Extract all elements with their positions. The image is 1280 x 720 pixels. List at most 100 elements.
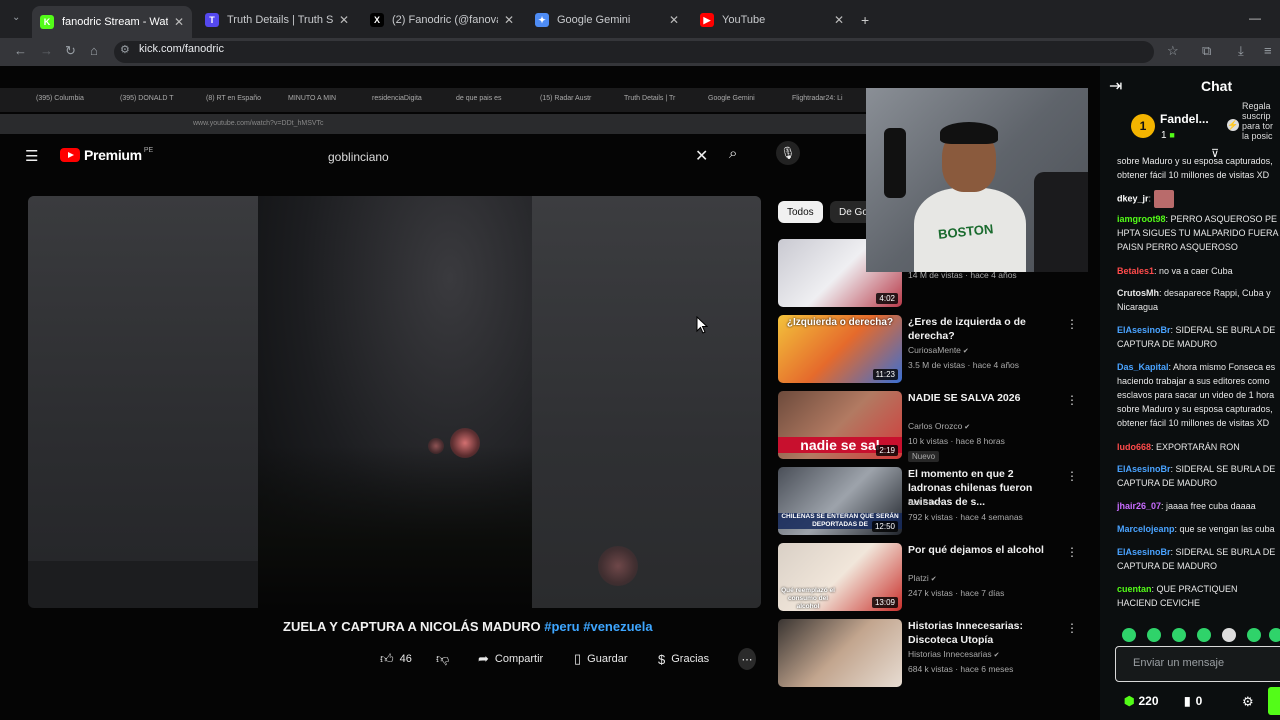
- emote-icon[interactable]: [1269, 628, 1280, 642]
- video-thumbnail[interactable]: ¿Izquierda o derecha? 11:23: [778, 315, 902, 383]
- minimize-button[interactable]: —: [1249, 11, 1261, 25]
- video-thumbnail[interactable]: [778, 619, 902, 687]
- recommended-video-stats: 10 k vistas · hace 8 horas: [908, 436, 1005, 446]
- recommended-video[interactable]: nadie se sal 2:19 NADIE SE SALVA 2026 Carlo…: [778, 391, 1078, 462]
- chat-settings-icon[interactable]: ⚙: [1242, 694, 1254, 710]
- extensions-icon[interactable]: ⧉: [1202, 43, 1211, 59]
- browser-tab[interactable]: ▶ YouTube ✕: [692, 8, 852, 32]
- chat-username[interactable]: CrutosMh: [1117, 288, 1159, 298]
- address-bar[interactable]: [114, 41, 1154, 63]
- close-tab-icon[interactable]: ✕: [834, 13, 844, 27]
- chat-username[interactable]: iamgroot98: [1117, 214, 1166, 224]
- chat-username[interactable]: ludo668: [1117, 442, 1151, 452]
- video-thumbnail[interactable]: Qué reemplazó el consumo del alcohol 13:0…: [778, 543, 902, 611]
- emote-icon[interactable]: [1147, 628, 1161, 642]
- browser-tab[interactable]: T Truth Details | Truth Social ✕: [197, 8, 357, 32]
- chat-message: jhair26_07: jaaaa free cuba daaaa: [1117, 499, 1280, 513]
- close-tab-icon[interactable]: ✕: [669, 13, 679, 27]
- bookmark-star-icon[interactable]: ☆: [1167, 43, 1179, 59]
- browser-tab[interactable]: ✦ Google Gemini ✕: [527, 8, 687, 32]
- close-tab-icon[interactable]: ✕: [504, 13, 514, 27]
- chip-todos[interactable]: Todos: [778, 201, 823, 223]
- video-options-icon[interactable]: ⋮: [1066, 469, 1078, 483]
- kicks-balance[interactable]: ▮ 0: [1184, 694, 1202, 708]
- like-button[interactable]: 👍︎ 46: [380, 648, 412, 670]
- chat-username[interactable]: ElAsesinoBr: [1117, 547, 1171, 557]
- chat-username[interactable]: Marcelojeanp: [1117, 524, 1175, 534]
- share-button[interactable]: ➦ Compartir: [478, 648, 543, 670]
- verified-icon: ✔: [960, 348, 969, 355]
- chat-username[interactable]: dkey_jr: [1117, 193, 1149, 203]
- recommended-video-title[interactable]: ¿Eres de izquierda o de derecha?: [908, 315, 1058, 343]
- download-icon[interactable]: ⤓: [1238, 43, 1244, 59]
- recommended-video-channel[interactable]: Carlos Orozco ✔: [908, 421, 970, 431]
- chat-username[interactable]: ElAsesinoBr: [1117, 464, 1171, 474]
- close-tab-icon[interactable]: ✕: [174, 15, 184, 29]
- browser-tab[interactable]: X (2) Fanodric (@fanovargas) / X ✕: [362, 8, 522, 32]
- channel-points[interactable]: ⬢ 220: [1124, 694, 1159, 708]
- video-duration: 12:50: [871, 521, 898, 532]
- recommended-video-title[interactable]: NADIE SE SALVA 2026: [908, 391, 1058, 405]
- video-options-icon[interactable]: ⋮: [1066, 621, 1078, 635]
- hamburger-icon[interactable]: ☰: [25, 147, 38, 165]
- emote-icon[interactable]: [1247, 628, 1261, 642]
- recommended-video[interactable]: Qué reemplazó el consumo del alcohol 13:0…: [778, 543, 1078, 611]
- video-options-icon[interactable]: ⋮: [1066, 545, 1078, 559]
- recommended-video-title[interactable]: Por qué dejamos el alcohol: [908, 543, 1058, 557]
- chat-input-placeholder: Enviar un mensaje: [1133, 657, 1225, 669]
- search-icon[interactable]: ⌕: [729, 145, 737, 162]
- recommended-video[interactable]: ¿Izquierda o derecha? 11:23 ¿Eres de izqui…: [778, 315, 1078, 383]
- recommended-video-channel[interactable]: CuriosaMente ✔: [908, 345, 969, 355]
- close-tab-icon[interactable]: ✕: [339, 13, 349, 27]
- bookmark-icon: ▯: [574, 651, 582, 666]
- microphone-icon[interactable]: 🎙: [776, 141, 800, 165]
- menu-icon[interactable]: ≡: [1264, 43, 1272, 58]
- send-chat-button[interactable]: [1268, 687, 1280, 715]
- dislike-button[interactable]: 👎︎: [436, 648, 455, 670]
- inner-browser-tab: (8) RT en Españo: [206, 95, 261, 102]
- inner-url-text: www.youtube.com/watch?v=DDt_hMSVTc: [193, 120, 324, 127]
- emote-icon[interactable]: [1122, 628, 1136, 642]
- site-info-icon[interactable]: ⚙: [120, 43, 130, 56]
- gift-sub-icon[interactable]: ⚡: [1227, 119, 1239, 131]
- recommended-video-channel[interactable]: Platzi ✔: [908, 573, 937, 583]
- emote-icon[interactable]: [1197, 628, 1211, 642]
- chat-message-text: : no va a caer Cuba: [1154, 266, 1233, 276]
- video-thumbnail[interactable]: CHILENAS SE ENTERAN QUE SERÁN DEPORTADAS…: [778, 467, 902, 535]
- recommended-video-stats: 792 k vistas · hace 4 semanas: [908, 512, 1023, 522]
- youtube-video-player[interactable]: [28, 196, 761, 608]
- back-button[interactable]: ←: [14, 43, 27, 58]
- clear-search-icon[interactable]: ✕: [695, 146, 708, 166]
- chat-username[interactable]: Das_Kapital: [1117, 362, 1169, 372]
- top-gifter-name[interactable]: Fandel...: [1160, 112, 1209, 126]
- chat-username[interactable]: cuentan: [1117, 584, 1152, 594]
- emote-icon[interactable]: [1222, 628, 1236, 642]
- chat-username[interactable]: ElAsesinoBr: [1117, 325, 1171, 335]
- save-button[interactable]: ▯ Guardar: [574, 648, 628, 670]
- video-options-icon[interactable]: ⋮: [1066, 393, 1078, 407]
- reload-button[interactable]: ↻: [65, 43, 76, 59]
- more-icon: ⋯: [741, 653, 753, 666]
- video-thumbnail[interactable]: nadie se sal 2:19: [778, 391, 902, 459]
- recommended-video[interactable]: CHILENAS SE ENTERAN QUE SERÁN DEPORTADAS…: [778, 467, 1078, 535]
- home-button[interactable]: ⌂: [90, 43, 98, 58]
- emote-icon[interactable]: [1172, 628, 1186, 642]
- browser-tab-title: (2) Fanodric (@fanovargas) / X: [392, 14, 498, 26]
- recommended-video-channel[interactable]: Historias Innecesarias ✔: [908, 649, 999, 659]
- collapse-chat-icon[interactable]: ⇥: [1109, 76, 1122, 96]
- recommended-video-channel[interactable]: Bio Bio ✔: [908, 497, 943, 507]
- chat-message: iamgroot98: PERRO ASQUEROSO PE HPTA SIGU…: [1117, 212, 1280, 254]
- recommended-video-title[interactable]: Historias Innecesarias: Discoteca Utopía: [908, 619, 1058, 647]
- chat-username[interactable]: jhair26_07: [1117, 501, 1161, 511]
- tab-search-icon[interactable]: ⌄: [12, 12, 20, 23]
- forward-button[interactable]: →: [40, 43, 53, 58]
- recommended-video[interactable]: Historias Innecesarias: Discoteca Utopía…: [778, 619, 1078, 687]
- thanks-button[interactable]: $ Gracias: [658, 648, 709, 670]
- new-badge: Nuevo: [908, 451, 940, 462]
- more-actions-button[interactable]: ⋯: [738, 648, 756, 670]
- youtube-premium-logo[interactable]: Premium PE: [60, 147, 153, 163]
- chat-username[interactable]: Betales1: [1117, 266, 1154, 276]
- video-options-icon[interactable]: ⋮: [1066, 317, 1078, 331]
- browser-tab[interactable]: Kfanodric Stream - Watch Li ✕: [32, 6, 192, 38]
- new-tab-button[interactable]: +: [861, 12, 869, 28]
